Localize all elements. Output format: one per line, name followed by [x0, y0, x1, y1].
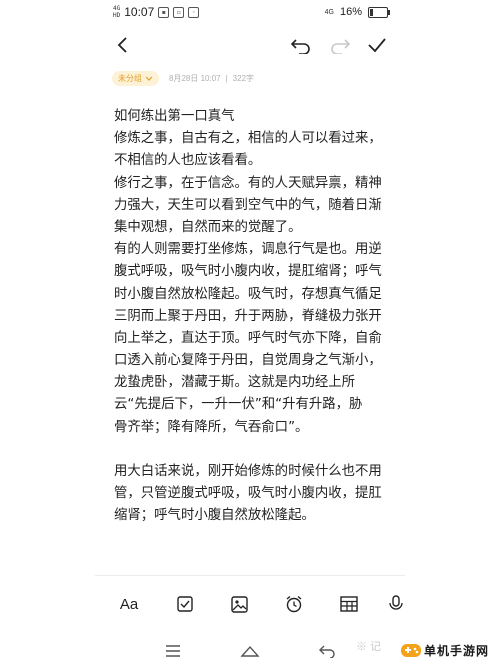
- category-selector[interactable]: 未分组: [112, 71, 159, 86]
- menu-icon: [166, 645, 180, 657]
- checkbox-icon: [177, 596, 193, 612]
- note-body[interactable]: 如何练出第一口真气修炼之事，自古有之，相信的人可以看过来， 不相信的人也应该看看。…: [114, 106, 394, 528]
- note-line: 力强大，天生可以看到空气中的气，随着日渐: [114, 197, 382, 213]
- note-line: 口透入前心复降于丹田，自觉周身之气渐小，: [114, 353, 382, 369]
- watermark-logo: 单机手游网: [400, 638, 496, 662]
- notification-icon-2: ▫: [173, 6, 185, 18]
- home-icon: [240, 645, 260, 657]
- check-icon: [368, 38, 386, 53]
- nav-back-button[interactable]: [314, 640, 340, 662]
- note-line: 时小腹自然放松隆起。吸气时，存想真气循足: [114, 286, 382, 302]
- notification-icon-3: ◦: [188, 6, 200, 18]
- gamepad-logo-icon: [401, 644, 421, 657]
- note-line: 不相信的人也应该看看。: [114, 153, 262, 169]
- status-left: 4G HD 10:07 ▪ ▫ ◦: [113, 5, 200, 19]
- note-line: 缩肾；呼气时小腹自然放松隆起。: [114, 508, 315, 524]
- note-toolbar: [0, 30, 500, 60]
- back-icon: [319, 645, 335, 658]
- redo-icon: [331, 39, 351, 54]
- note-line: 向上举之，直达于顶。呼气时气亦下降，自俞: [114, 330, 382, 346]
- done-button[interactable]: [362, 30, 392, 60]
- checklist-button[interactable]: [171, 590, 199, 618]
- nav-menu-button[interactable]: [160, 640, 186, 662]
- network-indicator: 4G: [324, 8, 334, 16]
- note-line: 用大白话来说，刚开始修炼的时候什么也不用: [114, 464, 382, 479]
- battery-icon: [368, 6, 390, 18]
- note-line: 龙蛰虎卧，潜藏于斯。这就是内功经上所: [114, 375, 356, 391]
- chevron-left-icon: [117, 37, 127, 53]
- note-line: 云“先提后下，一升一伏”和“升有升路，胁: [114, 397, 363, 413]
- note-date: 8月28日 10:07: [169, 74, 221, 83]
- note-line: 腹式呼吸，吸气时小腹内收，提肛缩肾；呼气: [114, 264, 382, 280]
- note-line: 骨齐举；降有降所，气吞俞口”。: [114, 419, 309, 435]
- clock: 10:07: [124, 5, 155, 19]
- note-line: [114, 439, 394, 461]
- note-meta: 未分组 8月28日 10:07 | 322字: [112, 71, 254, 86]
- watermark-left-text: ※ 记: [356, 641, 382, 653]
- signal-indicator: 4G HD: [113, 5, 120, 19]
- meta-separator: |: [225, 74, 228, 83]
- signal-label-2: HD: [113, 12, 121, 19]
- edit-toolbar: Aa: [95, 575, 405, 636]
- reminder-button[interactable]: [280, 590, 308, 618]
- text-format-button[interactable]: Aa: [115, 590, 143, 618]
- alarm-clock-icon: [286, 595, 302, 613]
- signal-label-1: 4G: [113, 5, 121, 12]
- voice-button[interactable]: [387, 590, 405, 618]
- note-line: 三阴而上聚于丹田，升于两胁，脊缝极力张开: [114, 308, 382, 324]
- notification-icon: ▪: [158, 6, 170, 18]
- voice-icon: [389, 595, 403, 610]
- note-line: 集中观想，自然而来的觉醒了。: [114, 219, 302, 235]
- note-line: 有的人则需要打坐修炼，调息行气是也。用逆: [114, 242, 382, 258]
- status-bar: 4G HD 10:07 ▪ ▫ ◦ 4G 16%: [0, 0, 500, 24]
- nav-home-button[interactable]: [237, 640, 263, 662]
- image-icon: [230, 595, 248, 613]
- note-line: 修行之事，在于信念。有的人天赋异禀，精神: [114, 175, 382, 191]
- note-line: 管，只管逆腹式呼吸，吸气时小腹内收，提肛: [114, 486, 382, 502]
- insert-image-button[interactable]: [225, 590, 253, 618]
- undo-icon: [290, 39, 310, 54]
- back-button[interactable]: [108, 30, 138, 60]
- undo-button[interactable]: [286, 30, 316, 60]
- char-count: 322字: [232, 74, 255, 83]
- chevron-down-icon: [145, 76, 153, 81]
- watermark-right-text: 单机手游网: [424, 644, 490, 658]
- redo-button[interactable]: [325, 30, 355, 60]
- note-line: 如何练出第一口真气: [114, 109, 235, 124]
- battery-fill: [370, 8, 373, 16]
- watermark-left: ※ 记: [356, 638, 381, 654]
- text-format-label: Aa: [119, 595, 139, 613]
- insert-table-button[interactable]: [335, 590, 363, 618]
- battery-percent: 16%: [339, 6, 362, 18]
- status-right: 4G 16%: [324, 6, 390, 18]
- table-icon: [340, 596, 358, 612]
- category-label: 未分组: [118, 74, 142, 83]
- note-line: 修炼之事，自古有之，相信的人可以看过来，: [114, 131, 382, 147]
